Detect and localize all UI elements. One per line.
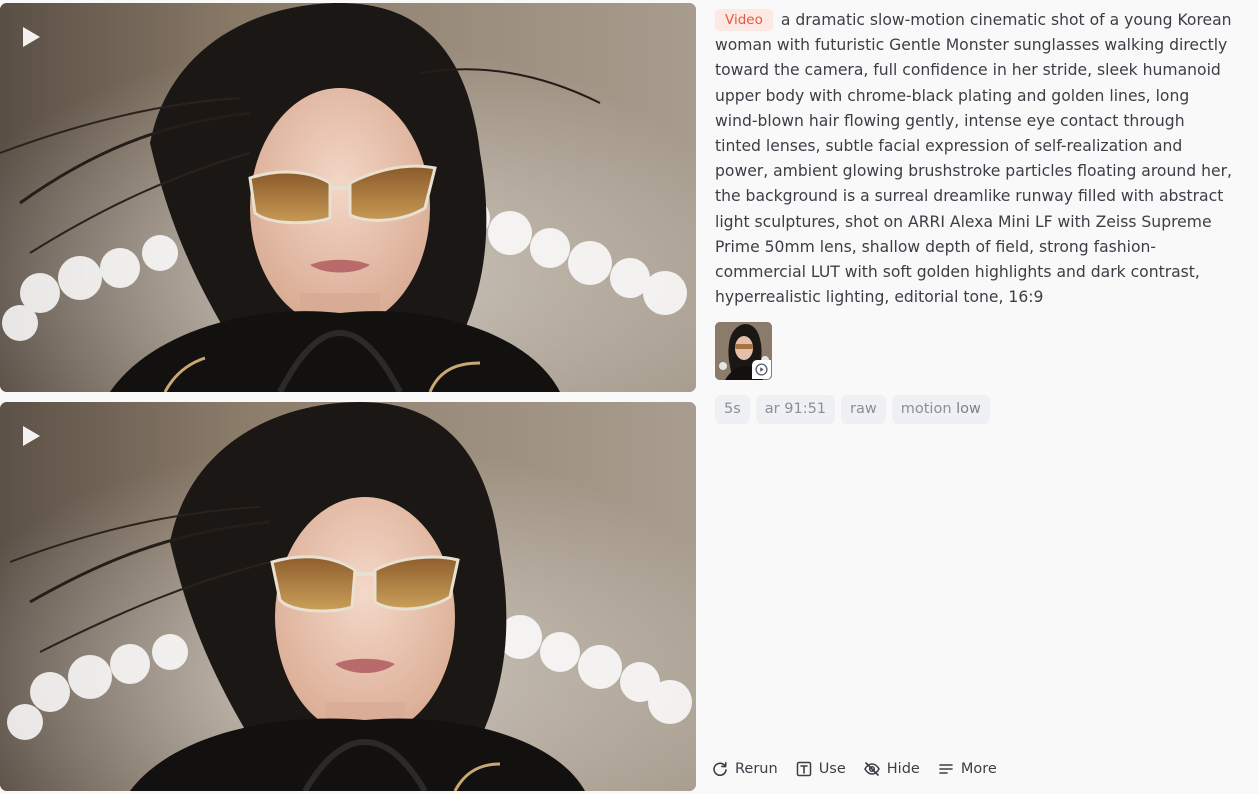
rerun-icon bbox=[713, 762, 727, 777]
prompt-details: Video a dramatic slow-motion cinematic sh… bbox=[715, 8, 1235, 425]
video-result-1[interactable] bbox=[0, 3, 696, 392]
text-box-icon bbox=[796, 761, 811, 777]
reference-thumbnail[interactable] bbox=[715, 322, 772, 381]
use-label: Use bbox=[818, 761, 846, 777]
tag-motion[interactable]: motion low bbox=[891, 395, 990, 425]
video-result-2[interactable] bbox=[0, 402, 696, 791]
tag-motion-label: motion bbox=[900, 401, 952, 418]
prompt-text-block: Video a dramatic slow-motion cinematic sh… bbox=[715, 8, 1235, 310]
rerun-label: Rerun bbox=[735, 761, 778, 777]
video-frame-image bbox=[0, 402, 696, 791]
action-bar: Rerun Use Hide More bbox=[711, 760, 997, 778]
video-frame-image bbox=[0, 3, 696, 392]
more-button[interactable]: More bbox=[937, 760, 997, 778]
video-badge: Video bbox=[715, 9, 773, 31]
play-icon[interactable] bbox=[20, 424, 42, 448]
generation-panel: Video a dramatic slow-motion cinematic sh… bbox=[0, 0, 1259, 794]
rerun-button[interactable]: Rerun bbox=[711, 760, 778, 778]
tag-style[interactable]: raw bbox=[841, 395, 886, 425]
play-icon[interactable] bbox=[20, 25, 42, 49]
parameter-tags: 5s ar 91:51 raw motion low bbox=[715, 395, 1235, 425]
hide-button[interactable]: Hide bbox=[863, 760, 920, 778]
menu-lines-icon bbox=[939, 764, 953, 774]
play-circle-icon bbox=[752, 360, 771, 380]
eye-off-icon bbox=[863, 762, 880, 776]
tag-duration[interactable]: 5s bbox=[715, 395, 750, 425]
use-button[interactable]: Use bbox=[795, 760, 846, 778]
tag-aspect-ratio[interactable]: ar 91:51 bbox=[755, 395, 836, 425]
prompt-text: a dramatic slow-motion cinematic shot of… bbox=[715, 11, 1232, 307]
hide-label: Hide bbox=[886, 761, 920, 777]
more-label: More bbox=[960, 761, 997, 777]
tag-motion-value: low bbox=[956, 401, 981, 418]
